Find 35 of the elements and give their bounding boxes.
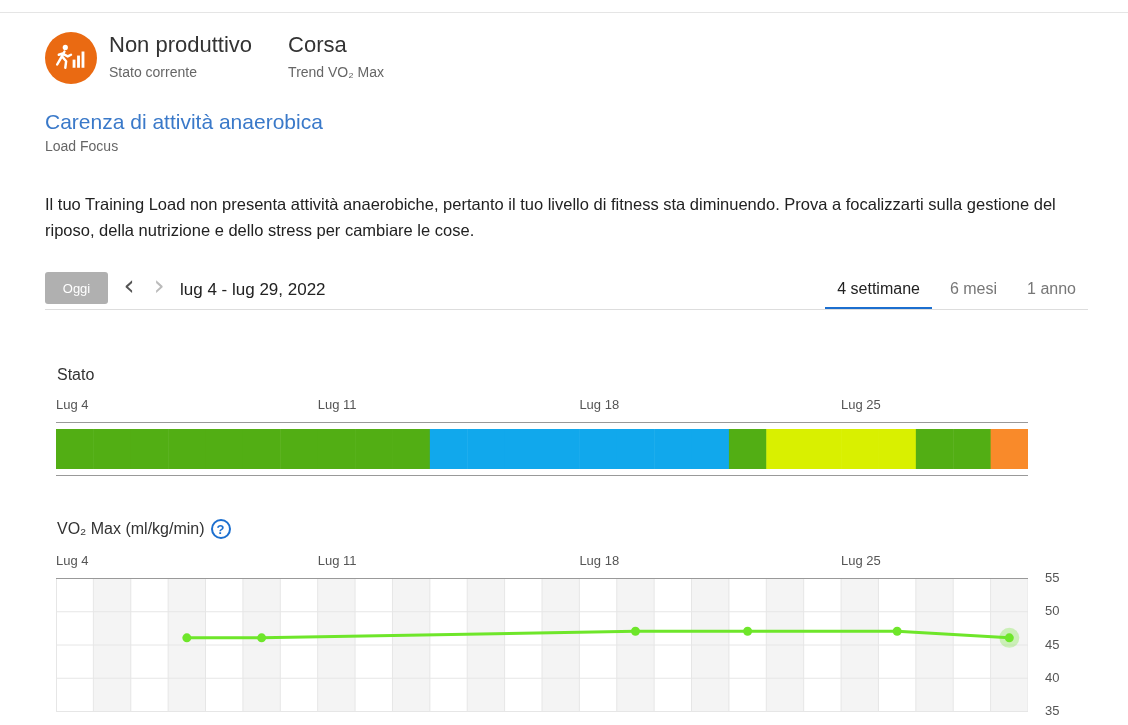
vo2-title: VO₂ Max (ml/kg/min) [57,519,205,539]
y-tick: 45 [1045,636,1060,653]
date-tick: Lug 25 [841,552,881,570]
status-value: Non produttivo [109,31,253,59]
data-point [743,626,753,636]
data-point [182,633,192,643]
date-tick: Lug 4 [56,552,89,570]
y-tick: 35 [1045,703,1060,719]
data-point [630,626,640,636]
trend-value: Corsa [288,31,348,59]
data-point [892,626,902,636]
date-tick: Lug 11 [317,396,357,414]
date-tick: Lug 18 [579,396,620,414]
y-tick: 50 [1045,603,1060,620]
state-title: Stato [57,365,96,385]
period-tab[interactable]: 4 settimane [825,271,932,309]
y-tick: 55 [1045,570,1060,586]
date-tick: Lug 18 [579,552,620,570]
runner-bars-icon [45,32,97,84]
previous-button[interactable]: ‹ [114,275,144,297]
data-point [999,627,1020,648]
date-tick: Lug 11 [317,552,357,570]
status-label: Stato corrente [109,63,198,82]
help-icon[interactable]: ? [210,519,231,539]
date-tick: Lug 25 [841,396,881,414]
y-tick: 40 [1045,669,1060,686]
period-tab[interactable]: 6 mesi [937,271,1010,309]
period-tab[interactable]: 1 anno [1015,271,1088,309]
date-range: lug 4 - lug 29, 2022 [180,280,326,300]
trend-label: Trend VO₂ Max [288,63,385,82]
data-point [257,633,267,643]
date-tick: Lug 4 [56,396,89,414]
focus-label: Load Focus [45,137,120,156]
description: Il tuo Training Load non presenta attività anaerobiche, pertanto il tuo livello di fitness sta diminuendo. Prova a focalizzarti sulla gestione del riposo, della nutrizione e dello stress per cambiare le cose. [45,194,1057,241]
focus-title: Carenza di attività anaerobica [45,109,324,135]
